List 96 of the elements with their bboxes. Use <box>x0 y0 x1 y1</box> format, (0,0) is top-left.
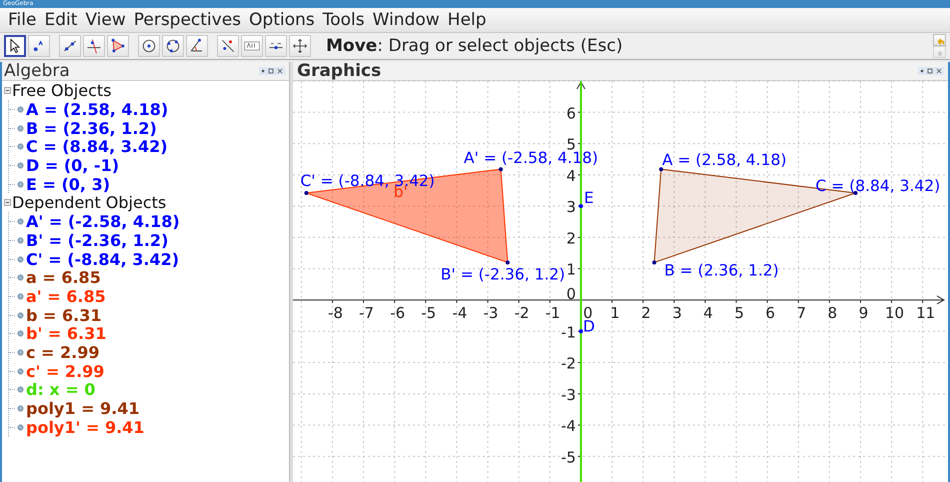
visibility-bullet-icon[interactable] <box>17 330 24 338</box>
algebra-entry[interactable]: poly1 = 9.41 <box>26 399 140 418</box>
menu-item[interactable]: Window <box>368 10 444 30</box>
panel-title: Graphics <box>297 61 382 81</box>
axis-tick-label: -1 <box>560 323 576 342</box>
menu-item[interactable]: Options <box>245 10 319 30</box>
object-label[interactable]: D <box>582 317 595 336</box>
axis-tick-label: 4 <box>703 304 713 322</box>
visibility-bullet-icon[interactable] <box>17 180 24 188</box>
visibility-bullet-icon[interactable] <box>17 162 24 169</box>
object-label[interactable]: B' = (-2.36, 1.2) <box>440 265 566 284</box>
axis-tick-label: -7 <box>359 304 374 322</box>
axis-tick-label: 3 <box>672 304 682 322</box>
axis-tick-label: 1 <box>610 304 620 322</box>
point[interactable] <box>578 204 583 208</box>
algebra-entry[interactable]: D = (0, -1) <box>26 156 120 175</box>
axis-tick-label: -2 <box>514 304 530 322</box>
algebra-entry[interactable]: B = (2.36, 1.2) <box>26 118 157 138</box>
axis-tick-label: -2 <box>560 354 576 373</box>
algebra-entry[interactable]: a = 6.85 <box>26 268 101 288</box>
reflection-icon <box>219 37 237 55</box>
circle-icon <box>140 37 158 55</box>
algebra-entry[interactable]: b = 6.31 <box>26 306 102 325</box>
tool-help-text: Move: Drag or select objects (Esc) <box>326 36 623 56</box>
algebra-entry[interactable]: E = (0, 3) <box>26 174 110 194</box>
algebra-entry[interactable]: poly1' = 9.41 <box>26 418 144 437</box>
visibility-bullet-icon[interactable] <box>17 293 24 300</box>
axis-tick-label: -3 <box>483 304 498 322</box>
algebra-entry[interactable]: A' = (-2.58, 4.18) <box>26 212 180 232</box>
visibility-bullet-icon[interactable] <box>17 106 24 113</box>
visibility-bullet-icon[interactable] <box>17 312 24 319</box>
axis-tick-label: 6 <box>566 104 576 122</box>
menu-item[interactable]: View <box>81 10 130 30</box>
axis-tick-label: 9 <box>858 304 868 322</box>
visibility-bullet-icon[interactable] <box>17 218 24 226</box>
visibility-bullet-icon[interactable] <box>17 274 24 282</box>
visibility-bullet-icon[interactable] <box>17 236 24 244</box>
visibility-bullet-icon[interactable] <box>17 256 24 263</box>
triangle-icon <box>109 37 127 55</box>
collapse-icon[interactable] <box>4 199 11 206</box>
move-arrows-icon <box>291 37 309 55</box>
visibility-bullet-icon[interactable] <box>17 143 24 150</box>
undo-button[interactable] <box>933 34 946 46</box>
axis-tick-label: -5 <box>560 448 576 466</box>
algebra-entry[interactable]: a' = 6.85 <box>26 287 106 306</box>
menu-item[interactable]: File <box>4 10 40 30</box>
algebra-entry[interactable]: B' = (-2.36, 1.2) <box>26 230 168 250</box>
axis-tick-label: 2 <box>641 304 651 322</box>
axis-tick-label: 6 <box>766 304 776 322</box>
axis-tick-label: -3 <box>560 386 576 404</box>
visibility-bullet-icon[interactable] <box>17 124 24 132</box>
axis-tick-label: 8 <box>828 304 838 322</box>
point[interactable] <box>578 329 583 334</box>
menu-item[interactable]: Perspectives <box>130 10 246 30</box>
axis-tick-label: 0 <box>566 285 576 303</box>
axis-tick-label: 3 <box>566 198 576 216</box>
algebra-entry[interactable]: b' = 6.31 <box>26 324 106 344</box>
circle-through-points-icon <box>164 37 182 55</box>
tool-button[interactable] <box>4 35 26 57</box>
algebra-entry[interactable]: c' = 2.99 <box>26 362 104 381</box>
axis-tick-label: -4 <box>560 417 576 436</box>
algebra-entry[interactable]: C' = (-8.84, 3.42) <box>26 250 180 269</box>
tree-group-label[interactable]: Dependent Objects <box>12 193 166 212</box>
axis-tick-label: 10 <box>885 304 904 322</box>
axis-tick-label: -6 <box>390 304 406 322</box>
visibility-bullet-icon[interactable] <box>17 424 24 431</box>
axis-tick-label: 5 <box>734 304 744 322</box>
tree-group-label[interactable]: Free Objects <box>12 81 112 100</box>
collapse-icon[interactable] <box>4 87 11 94</box>
axis-tick-label: 2 <box>566 229 576 248</box>
menu-item[interactable]: Edit <box>40 10 82 30</box>
menu-item[interactable]: Tools <box>318 10 369 30</box>
menu-item[interactable]: Help <box>444 10 490 30</box>
axis-tick-label: -5 <box>421 304 436 322</box>
object-label[interactable]: E <box>584 189 594 208</box>
visibility-bullet-icon[interactable] <box>17 349 24 356</box>
perpendicular-line-icon <box>85 37 103 55</box>
visibility-bullet-icon[interactable] <box>17 368 24 375</box>
panel-controls-icon[interactable] <box>918 67 944 75</box>
visibility-bullet-icon[interactable] <box>17 386 24 394</box>
axis-tick-label: 11 <box>916 304 936 322</box>
axis-tick-label: 7 <box>796 304 806 322</box>
panel-controls-icon[interactable] <box>259 67 285 75</box>
algebra-entry[interactable]: C = (8.84, 3.42) <box>26 137 168 156</box>
axis-tick-label: -1 <box>545 304 560 322</box>
algebra-entry[interactable]: c = 2.99 <box>26 343 100 362</box>
axis-tick-label: -4 <box>452 304 468 322</box>
axis-tick-label: 4 <box>566 166 576 185</box>
algebra-entry[interactable]: A = (2.58, 4.18) <box>26 100 168 119</box>
axis-tick-label: 1 <box>566 260 576 279</box>
visibility-bullet-icon[interactable] <box>17 405 24 412</box>
object-label[interactable]: B = (2.36, 1.2) <box>664 261 779 280</box>
panel-title: Algebra <box>4 61 70 81</box>
object-label[interactable]: A = (2.58, 4.18) <box>662 151 786 170</box>
axis-tick-label: 5 <box>566 136 576 154</box>
axis-tick-label: -8 <box>328 304 343 322</box>
